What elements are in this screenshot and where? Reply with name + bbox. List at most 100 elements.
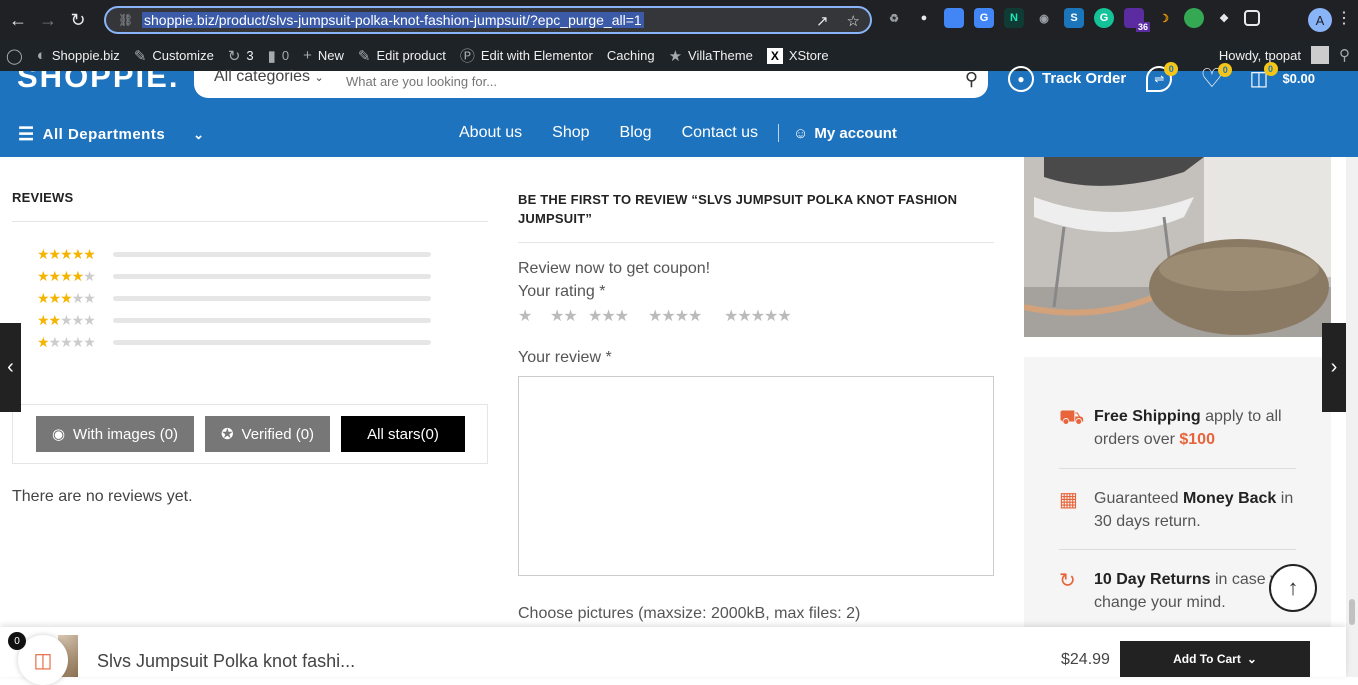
filter-with-images-label: With images (0): [73, 425, 179, 443]
filter-all-stars-button[interactable]: All stars(0): [341, 416, 465, 452]
rate-2-star-icon[interactable]: ★★: [550, 306, 588, 326]
back-to-top-button[interactable]: ↑: [1269, 564, 1317, 612]
extension-doc-icon[interactable]: [944, 8, 964, 28]
wp-logo-icon[interactable]: ◯: [6, 47, 23, 65]
rating-bar: [113, 274, 431, 279]
back-arrow-icon[interactable]: ←: [6, 8, 30, 32]
rate-5-star-icon[interactable]: ★★★★★: [724, 306, 804, 326]
admin-elementor-link[interactable]: Ⓟ Edit with Elementor: [460, 45, 593, 66]
side-panel-icon[interactable]: [1244, 10, 1260, 26]
add-to-cart-button[interactable]: Add To Cart ⌄: [1120, 641, 1310, 677]
profile-avatar[interactable]: A: [1308, 8, 1332, 32]
admin-villatheme-link[interactable]: ★ VillaTheme: [669, 47, 753, 65]
rate-4-star-icon[interactable]: ★★★★: [648, 306, 724, 326]
rating-row-5[interactable]: ★★★★★: [37, 246, 431, 263]
pencil-icon: ✎: [357, 47, 371, 65]
all-departments-toggle[interactable]: ☰ All Departments ⌄: [18, 124, 205, 145]
search-icon[interactable]: ⚲: [965, 69, 978, 90]
filter-verified-label: Verified (0): [241, 425, 315, 443]
next-product-arrow[interactable]: ›: [1322, 323, 1346, 412]
sidebar-banner-image[interactable]: [1024, 157, 1331, 337]
nav-blog[interactable]: Blog: [620, 124, 652, 142]
url-text[interactable]: shoppie.biz/product/slvs-jumpsuit-polka-…: [142, 12, 644, 28]
wallet-icon: ▦: [1059, 489, 1078, 511]
address-bar[interactable]: ⛓ shoppie.biz/product/slvs-jumpsuit-polk…: [104, 6, 872, 34]
extensions-puzzle-icon[interactable]: ❖: [1214, 8, 1234, 28]
review-form-heading-line1: BE THE FIRST TO REVIEW “SLVS JUMPSUIT PO…: [518, 192, 958, 207]
admin-howdy[interactable]: Howdy, tpopat: [1219, 48, 1301, 63]
admin-new-link[interactable]: + New: [303, 47, 344, 64]
nav-divider: [778, 124, 780, 142]
elementor-icon: Ⓟ: [459, 48, 475, 65]
rating-row-3[interactable]: ★★★★★: [37, 290, 431, 307]
extension-s-icon[interactable]: S: [1064, 8, 1084, 28]
divider: [12, 221, 488, 222]
search-input[interactable]: [346, 71, 926, 91]
four-star-icon: ★★★★★: [37, 268, 96, 284]
extension-n-icon[interactable]: N: [1004, 8, 1024, 28]
category-select[interactable]: All categories ⌄: [214, 68, 324, 86]
rating-row-1[interactable]: ★★★★★: [37, 334, 431, 351]
truck-icon: ⛟: [1059, 407, 1085, 429]
compare-link[interactable]: ⇌ 0: [1146, 61, 1179, 92]
star-icon: ★: [668, 47, 683, 65]
review-form: BE THE FIRST TO REVIEW “SLVS JUMPSUIT PO…: [518, 190, 994, 622]
admin-edit-product-link[interactable]: ✎ Edit product: [358, 47, 446, 65]
nav-contact-us[interactable]: Contact us: [682, 124, 758, 142]
extension-recycle-icon[interactable]: ♻: [884, 8, 904, 28]
rating-row-2[interactable]: ★★★★★: [37, 312, 431, 329]
filter-all-stars-label: All stars(0): [367, 425, 439, 443]
site-logo[interactable]: SHOPPIE.: [17, 71, 179, 93]
extension-translate-icon[interactable]: G: [974, 8, 994, 28]
page-scrollbar[interactable]: [1346, 157, 1358, 677]
nav-shop[interactable]: Shop: [552, 124, 589, 142]
reload-icon[interactable]: ↻: [66, 8, 90, 32]
my-account-link[interactable]: ☺ My account: [793, 125, 897, 142]
refresh-icon: ↻: [1059, 570, 1076, 592]
forward-arrow-icon[interactable]: →: [36, 8, 60, 32]
rating-row-4[interactable]: ★★★★★: [37, 268, 431, 285]
extension-color-icon[interactable]: [1184, 8, 1204, 28]
mini-cart[interactable]: ◫ 0 $0.00: [1250, 62, 1315, 91]
extension-badge-count: 36: [1135, 22, 1150, 32]
bookmark-star-icon[interactable]: ☆: [847, 12, 860, 30]
wishlist-link[interactable]: ♡ 0: [1200, 63, 1233, 92]
filter-verified-button[interactable]: ✪ Verified (0): [205, 416, 330, 452]
admin-villatheme-label: VillaTheme: [688, 48, 753, 63]
no-reviews-text: There are no reviews yet.: [12, 488, 193, 505]
rate-3-star-icon[interactable]: ★★★: [588, 306, 650, 326]
review-filters: ◉ With images (0) ✪ Verified (0) All stars…: [12, 404, 488, 464]
review-textarea[interactable]: [518, 376, 994, 576]
scrollbar-thumb[interactable]: [1349, 599, 1355, 625]
more-menu-icon[interactable]: ⋮: [1336, 8, 1352, 28]
admin-updates-link[interactable]: ↻ 3: [228, 47, 254, 65]
feature-money-title: Money Back: [1182, 490, 1277, 507]
prev-product-arrow[interactable]: ‹: [0, 323, 21, 412]
nav-about-us[interactable]: About us: [459, 124, 522, 142]
xstore-icon: X: [766, 47, 783, 64]
admin-avatar[interactable]: [1311, 46, 1329, 64]
admin-comments-link[interactable]: ▮ 0: [268, 47, 290, 65]
filter-with-images-button[interactable]: ◉ With images (0): [36, 416, 194, 452]
track-order-icon[interactable]: ●: [1008, 65, 1034, 92]
admin-xstore-link[interactable]: X XStore: [766, 47, 829, 64]
rating-bar: [113, 296, 431, 301]
admin-edit-product-label: Edit product: [376, 48, 446, 63]
share-icon[interactable]: ↗: [816, 12, 829, 30]
admin-caching-link[interactable]: Caching: [607, 48, 655, 63]
extension-badge-icon[interactable]: 36: [1124, 8, 1150, 32]
admin-new-label: New: [317, 48, 344, 63]
extension-globe-icon[interactable]: ●: [914, 8, 934, 28]
admin-search-icon[interactable]: ⚲: [1339, 46, 1350, 64]
admin-site-link[interactable]: ◐ Shoppie.biz: [37, 47, 120, 64]
extension-moon-icon[interactable]: ☽: [1154, 8, 1174, 28]
admin-customize-link[interactable]: ✎ Customize: [134, 47, 214, 65]
track-order-link[interactable]: Track Order: [1042, 70, 1126, 87]
cart-icon: ◫: [33, 649, 53, 672]
extension-grammarly-icon[interactable]: G: [1094, 8, 1114, 28]
admin-customize-label: Customize: [152, 48, 214, 63]
floating-cart-count: 0: [8, 632, 26, 650]
three-star-icon: ★★★★★: [37, 290, 96, 306]
extension-camera-icon[interactable]: ◉: [1034, 8, 1054, 28]
admin-elementor-label: Edit with Elementor: [480, 48, 593, 63]
